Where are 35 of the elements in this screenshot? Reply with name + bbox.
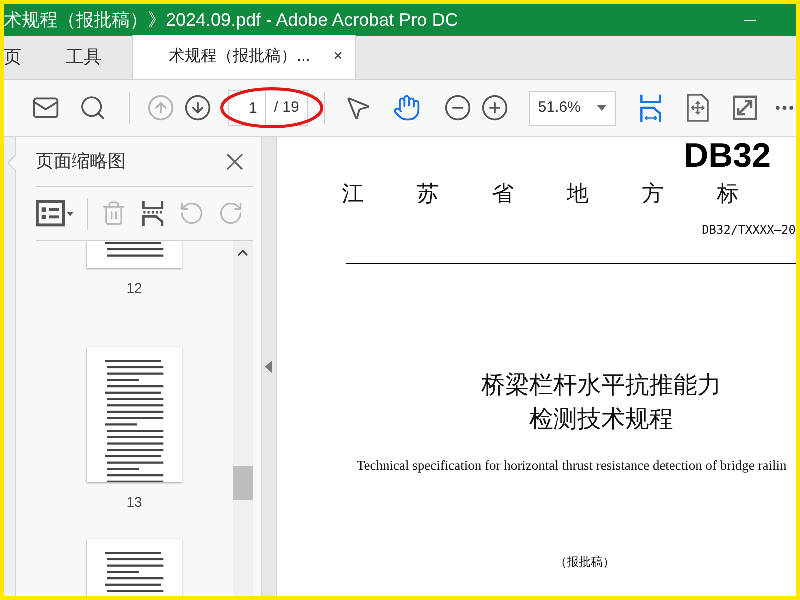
fit-page-icon[interactable]: [686, 94, 710, 122]
page-number-label: 13: [126, 493, 142, 512]
zoom-out-icon[interactable]: [444, 94, 472, 122]
draft-status: （报批稿）: [555, 554, 616, 572]
arrow-down-circle-icon[interactable]: [184, 94, 212, 122]
tab-label: 术规程（报批稿）...: [169, 46, 310, 67]
hand-icon[interactable]: [392, 94, 421, 122]
document-number: DB32/TXXXX—20: [702, 222, 796, 239]
document-title-line: 检测技术规程: [530, 404, 674, 435]
zoom-dropdown[interactable]: 51.6%: [529, 90, 616, 126]
collapse-arrow-icon[interactable]: [265, 360, 272, 372]
tab-close-button[interactable]: ×: [334, 45, 343, 69]
caret-icon: [596, 105, 607, 111]
menu-tab[interactable]: 页: [4, 36, 50, 79]
zoom-in-icon[interactable]: [480, 94, 509, 122]
page-total: / 19: [273, 98, 300, 118]
scrollbar-thumb[interactable]: [233, 466, 253, 500]
full-screen-icon[interactable]: [733, 94, 758, 122]
document-tab[interactable]: 术规程（报批稿）... ×: [132, 35, 356, 79]
scrollbar[interactable]: [233, 241, 253, 596]
list-options-icon[interactable]: [36, 200, 74, 227]
search-icon[interactable]: [79, 94, 108, 122]
fit-width-icon[interactable]: [639, 94, 664, 122]
panel-title: 页面缩略图: [36, 150, 126, 173]
page-number-input[interactable]: 1: [229, 91, 266, 125]
document-title-line: 桥梁栏杆水平抗推能力: [482, 370, 722, 401]
menu-tab[interactable]: 工具: [50, 36, 118, 79]
document-heading: 江 苏 省 地 方 标: [342, 181, 740, 209]
page-number-label: 12: [126, 279, 142, 298]
standard-code-mark: DB32: [684, 137, 771, 175]
window-title: 术规程（报批稿）》2024.09.pdf - Adobe Acrobat Pro DC: [4, 8, 458, 32]
page-thumbnail[interactable]: [87, 241, 182, 268]
insert-pages-icon[interactable]: [140, 200, 166, 227]
english-title: Technical specification for horizontal thrust resistance detection of bridge railin: [357, 457, 788, 475]
page-thumbnail[interactable]: [87, 347, 182, 482]
